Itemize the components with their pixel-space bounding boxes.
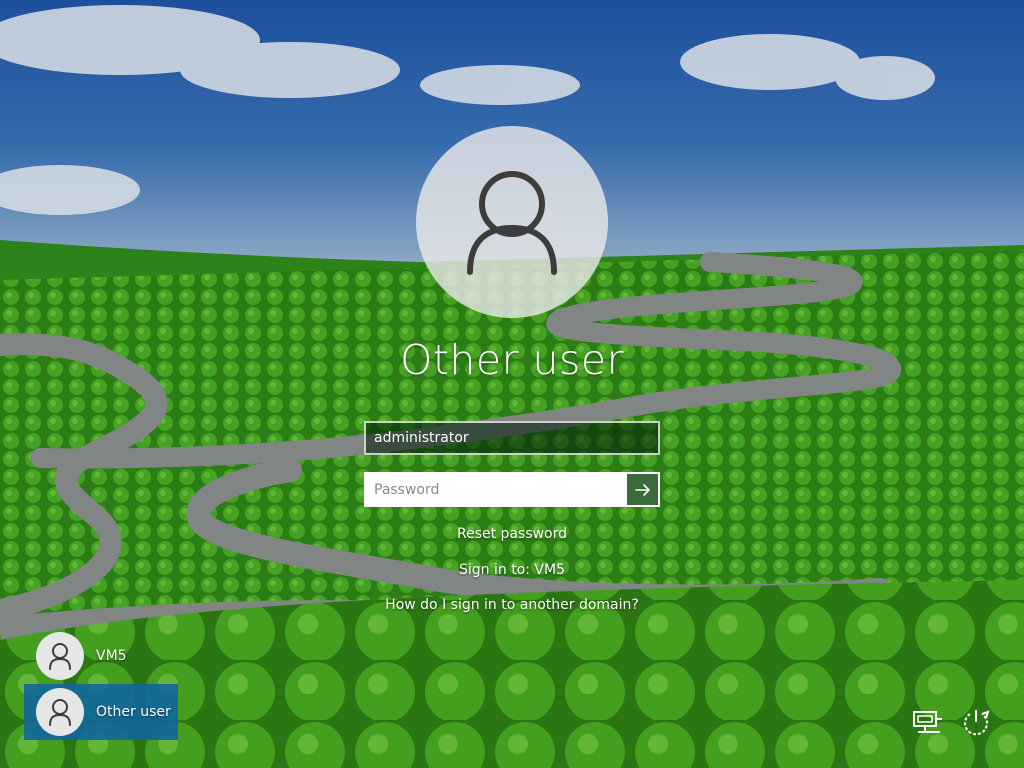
tile-avatar <box>36 688 84 736</box>
other-domain-link[interactable]: How do I sign in to another domain? <box>312 597 712 613</box>
reset-password-link[interactable]: Reset password <box>312 526 712 542</box>
network-button[interactable] <box>910 708 946 738</box>
user-tile-label: Other user <box>96 704 171 720</box>
submit-button[interactable] <box>627 474 658 505</box>
arrow-right-icon <box>634 483 650 496</box>
sign-in-to-text: Sign in to: VM5 <box>459 562 565 578</box>
user-avatar <box>416 126 608 318</box>
password-input[interactable] <box>366 474 627 505</box>
user-icon <box>49 643 71 670</box>
user-name-heading: Other user <box>400 336 624 384</box>
user-icon <box>467 171 557 275</box>
network-icon <box>913 711 942 733</box>
user-tile-vm5[interactable]: VM5 <box>24 628 178 684</box>
password-row <box>364 472 660 507</box>
lock-screen: Other user administrator Reset password … <box>0 0 1024 768</box>
user-tile-other-user[interactable]: Other user <box>24 684 178 740</box>
username-field[interactable]: administrator <box>364 421 660 455</box>
user-icon <box>49 699 71 726</box>
power-button[interactable] <box>958 706 994 736</box>
power-icon <box>964 710 990 736</box>
user-tile-label: VM5 <box>96 648 127 664</box>
tile-avatar <box>36 632 84 680</box>
